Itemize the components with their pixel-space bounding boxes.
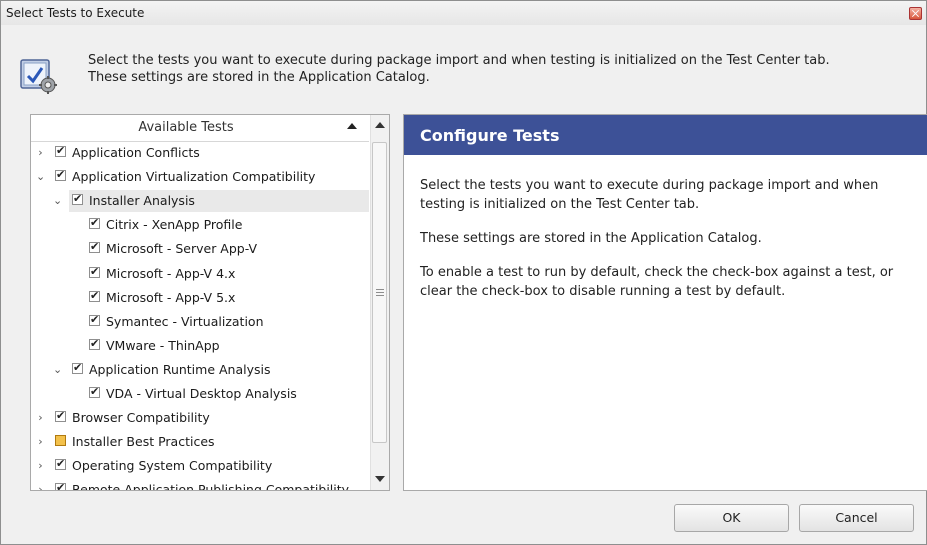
configure-tests-header: Configure Tests: [404, 115, 927, 155]
tree-item[interactable]: › Operating System Compatibility: [31, 455, 369, 477]
tree-header-label: Available Tests: [138, 120, 234, 135]
tree-item[interactable]: ⌄ Application Virtualization Compatibilit…: [31, 166, 369, 188]
test-checkbox[interactable]: [55, 144, 66, 157]
tree-item[interactable]: ⌄ Installer Analysis: [53, 190, 369, 212]
tree-item[interactable]: ⌄ Application Runtime Analysis: [31, 359, 369, 381]
configure-tests-title: Configure Tests: [420, 126, 560, 145]
tree-item-label: Microsoft - App-V 5.x: [106, 290, 236, 305]
sort-ascending-icon[interactable]: [347, 123, 357, 129]
tree-item-label: Application Virtualization Compatibility: [72, 169, 316, 184]
tree-item-label: Microsoft - Server App-V: [106, 241, 258, 256]
thumb-grip-icon: [376, 289, 384, 290]
tree-item[interactable]: › Application Conflicts: [31, 142, 369, 164]
tree-item-label: Symantec - Virtualization: [106, 314, 264, 329]
description-line-1: Select the tests you want to execute dur…: [88, 53, 830, 68]
tree-item[interactable]: VDA - Virtual Desktop Analysis: [31, 383, 369, 405]
select-tests-dialog: Select Tests to Execute Select the tests…: [0, 0, 927, 545]
test-checkbox[interactable]: [89, 337, 100, 350]
test-checkbox[interactable]: [55, 409, 66, 422]
chevron-right-icon[interactable]: ›: [36, 484, 45, 490]
test-checkbox[interactable]: [89, 265, 100, 278]
test-settings-icon: [20, 59, 57, 94]
test-checkbox[interactable]: [89, 240, 100, 253]
test-checkbox[interactable]: [55, 457, 66, 470]
tree-item-label: Operating System Compatibility: [72, 458, 273, 473]
scroll-down-button[interactable]: [371, 470, 389, 488]
chevron-down-icon[interactable]: ⌄: [53, 364, 62, 375]
window-title: Select Tests to Execute: [6, 6, 145, 20]
test-checkbox[interactable]: [89, 289, 100, 302]
chevron-down-icon[interactable]: ⌄: [53, 195, 62, 206]
chevron-down-icon[interactable]: ⌄: [36, 171, 45, 182]
test-checkbox[interactable]: [72, 361, 83, 374]
tree-scrollbar[interactable]: [370, 115, 389, 490]
tree-item-label: Citrix - XenApp Profile: [106, 217, 243, 232]
test-checkbox[interactable]: [72, 192, 83, 205]
tree-item-label: Browser Compatibility: [72, 410, 210, 425]
tree-item-label: VDA - Virtual Desktop Analysis: [106, 386, 297, 401]
test-checkbox[interactable]: [89, 313, 100, 326]
thumb-grip-line: [376, 292, 384, 293]
configure-paragraph-3: To enable a test to run by default, chec…: [420, 265, 894, 299]
scroll-up-arrow-icon: [375, 122, 385, 128]
tree-item-label: Application Conflicts: [72, 145, 200, 160]
scroll-up-button[interactable]: [371, 115, 389, 133]
scrollbar-thumb[interactable]: [372, 142, 387, 443]
tree-item[interactable]: Microsoft - Server App-V: [31, 238, 369, 260]
cancel-button[interactable]: Cancel: [799, 504, 914, 532]
chevron-right-icon[interactable]: ›: [36, 412, 45, 423]
tree-item-label: Installer Analysis: [89, 193, 195, 208]
tree-item[interactable]: › Browser Compatibility: [31, 407, 369, 429]
thumb-grip-line: [376, 295, 384, 296]
test-checkbox[interactable]: [89, 385, 100, 398]
test-checkbox[interactable]: [89, 216, 100, 229]
dialog-description: Select the tests you want to execute dur…: [88, 52, 918, 86]
tree-item[interactable]: Microsoft - App-V 5.x: [31, 287, 369, 309]
close-button[interactable]: [909, 7, 922, 20]
tree-item[interactable]: › Remote Application Publishing Compatibi…: [31, 479, 369, 491]
tree-column-header[interactable]: Available Tests: [31, 115, 369, 142]
configure-paragraph-1: Select the tests you want to execute dur…: [420, 178, 879, 212]
test-checkbox[interactable]: [55, 435, 66, 446]
tree-item[interactable]: Symantec - Virtualization: [31, 311, 369, 333]
chevron-right-icon[interactable]: ›: [36, 147, 45, 158]
tree-item-label: Remote Application Publishing Compatibil…: [72, 482, 350, 491]
test-checkbox[interactable]: [55, 168, 66, 181]
tree-item[interactable]: › Installer Best Practices: [31, 431, 369, 453]
tree-item-label: VMware - ThinApp: [106, 338, 220, 353]
configure-paragraph-2: These settings are stored in the Applica…: [420, 231, 762, 246]
tree-item-label: Microsoft - App-V 4.x: [106, 266, 236, 281]
test-checkbox[interactable]: [55, 481, 66, 490]
configure-tests-text: Select the tests you want to execute dur…: [420, 176, 910, 316]
available-tests-tree: Available Tests › Application Conflicts ⌄ A…: [30, 114, 390, 491]
configure-tests-panel: Configure Tests Select the tests you wan…: [403, 114, 927, 491]
tree-item-label: Application Runtime Analysis: [89, 362, 271, 377]
description-line-2: These settings are stored in the Applica…: [88, 70, 430, 85]
tree-item[interactable]: Citrix - XenApp Profile: [31, 214, 369, 236]
chevron-right-icon[interactable]: ›: [36, 460, 45, 471]
tree-item[interactable]: Microsoft - App-V 4.x: [31, 263, 369, 285]
ok-button[interactable]: OK: [674, 504, 789, 532]
chevron-right-icon[interactable]: ›: [36, 436, 45, 447]
tree-item[interactable]: VMware - ThinApp: [31, 335, 369, 357]
title-bar: Select Tests to Execute: [1, 1, 926, 25]
scroll-down-arrow-icon: [375, 476, 385, 482]
tree-item-label: Installer Best Practices: [72, 434, 215, 449]
